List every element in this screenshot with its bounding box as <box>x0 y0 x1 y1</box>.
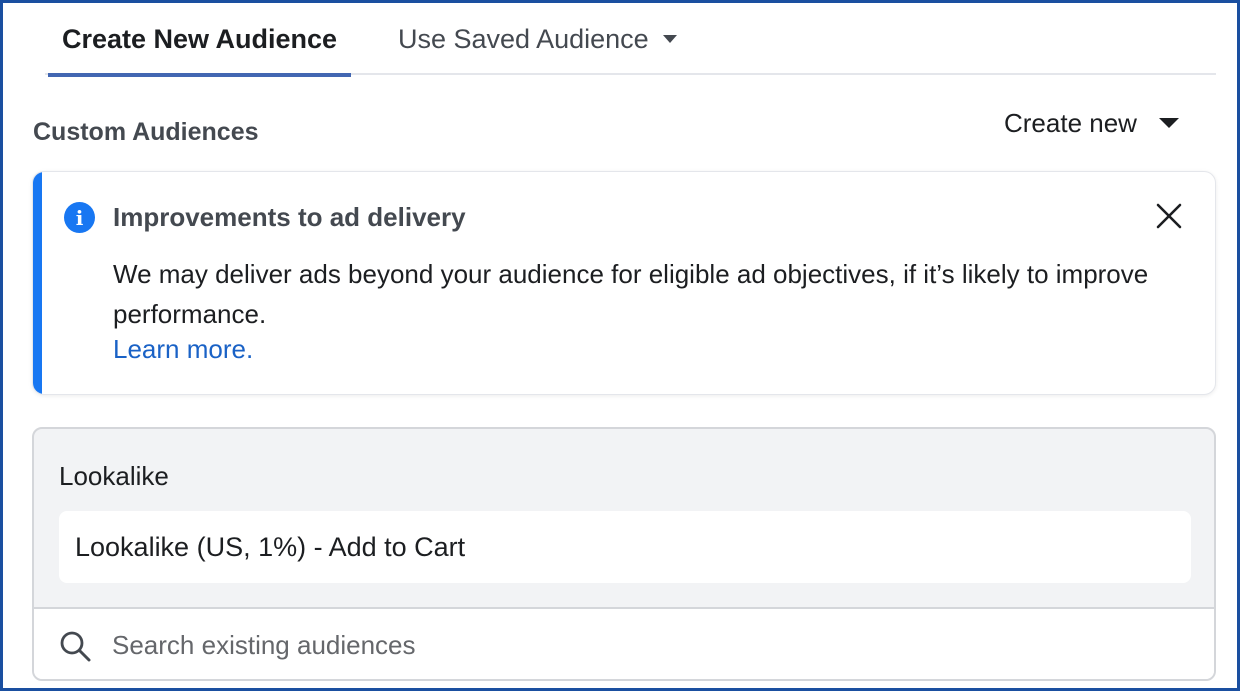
audience-tabs: Create New Audience Use Saved Audience <box>45 3 1216 77</box>
search-input[interactable] <box>112 623 1172 667</box>
close-icon[interactable] <box>1151 198 1187 234</box>
banner-accent-bar <box>33 172 42 394</box>
search-row <box>34 607 1214 679</box>
lookalike-label: Lookalike <box>59 461 169 491</box>
audience-panel: Create New Audience Use Saved Audience C… <box>0 0 1240 691</box>
create-new-label: Create new <box>1004 107 1137 138</box>
tab-use-saved-audience[interactable]: Use Saved Audience <box>398 3 677 75</box>
lookalike-audience-box: Lookalike Lookalike (US, 1%) - Add to Ca… <box>32 427 1216 681</box>
caret-down-icon <box>1158 118 1179 128</box>
tab-create-new-audience[interactable]: Create New Audience <box>48 3 351 77</box>
info-icon: i <box>64 202 95 233</box>
banner-title: Improvements to ad delivery <box>113 202 466 232</box>
selected-audience-item[interactable]: Lookalike (US, 1%) - Add to Cart <box>59 511 1191 583</box>
tab-label: Use Saved Audience <box>398 23 649 54</box>
info-banner: i Improvements to ad delivery We may del… <box>32 171 1216 395</box>
banner-body: We may deliver ads beyond your audience … <box>113 259 1149 329</box>
caret-down-icon <box>662 35 677 43</box>
selected-audience-label: Lookalike (US, 1%) - Add to Cart <box>75 531 466 562</box>
section-title: Custom Audiences <box>33 118 259 146</box>
learn-more-link[interactable]: Learn more. <box>113 334 253 365</box>
tab-label: Create New Audience <box>61 23 338 54</box>
search-icon <box>60 631 91 662</box>
create-new-dropdown[interactable]: Create new <box>1004 105 1179 141</box>
